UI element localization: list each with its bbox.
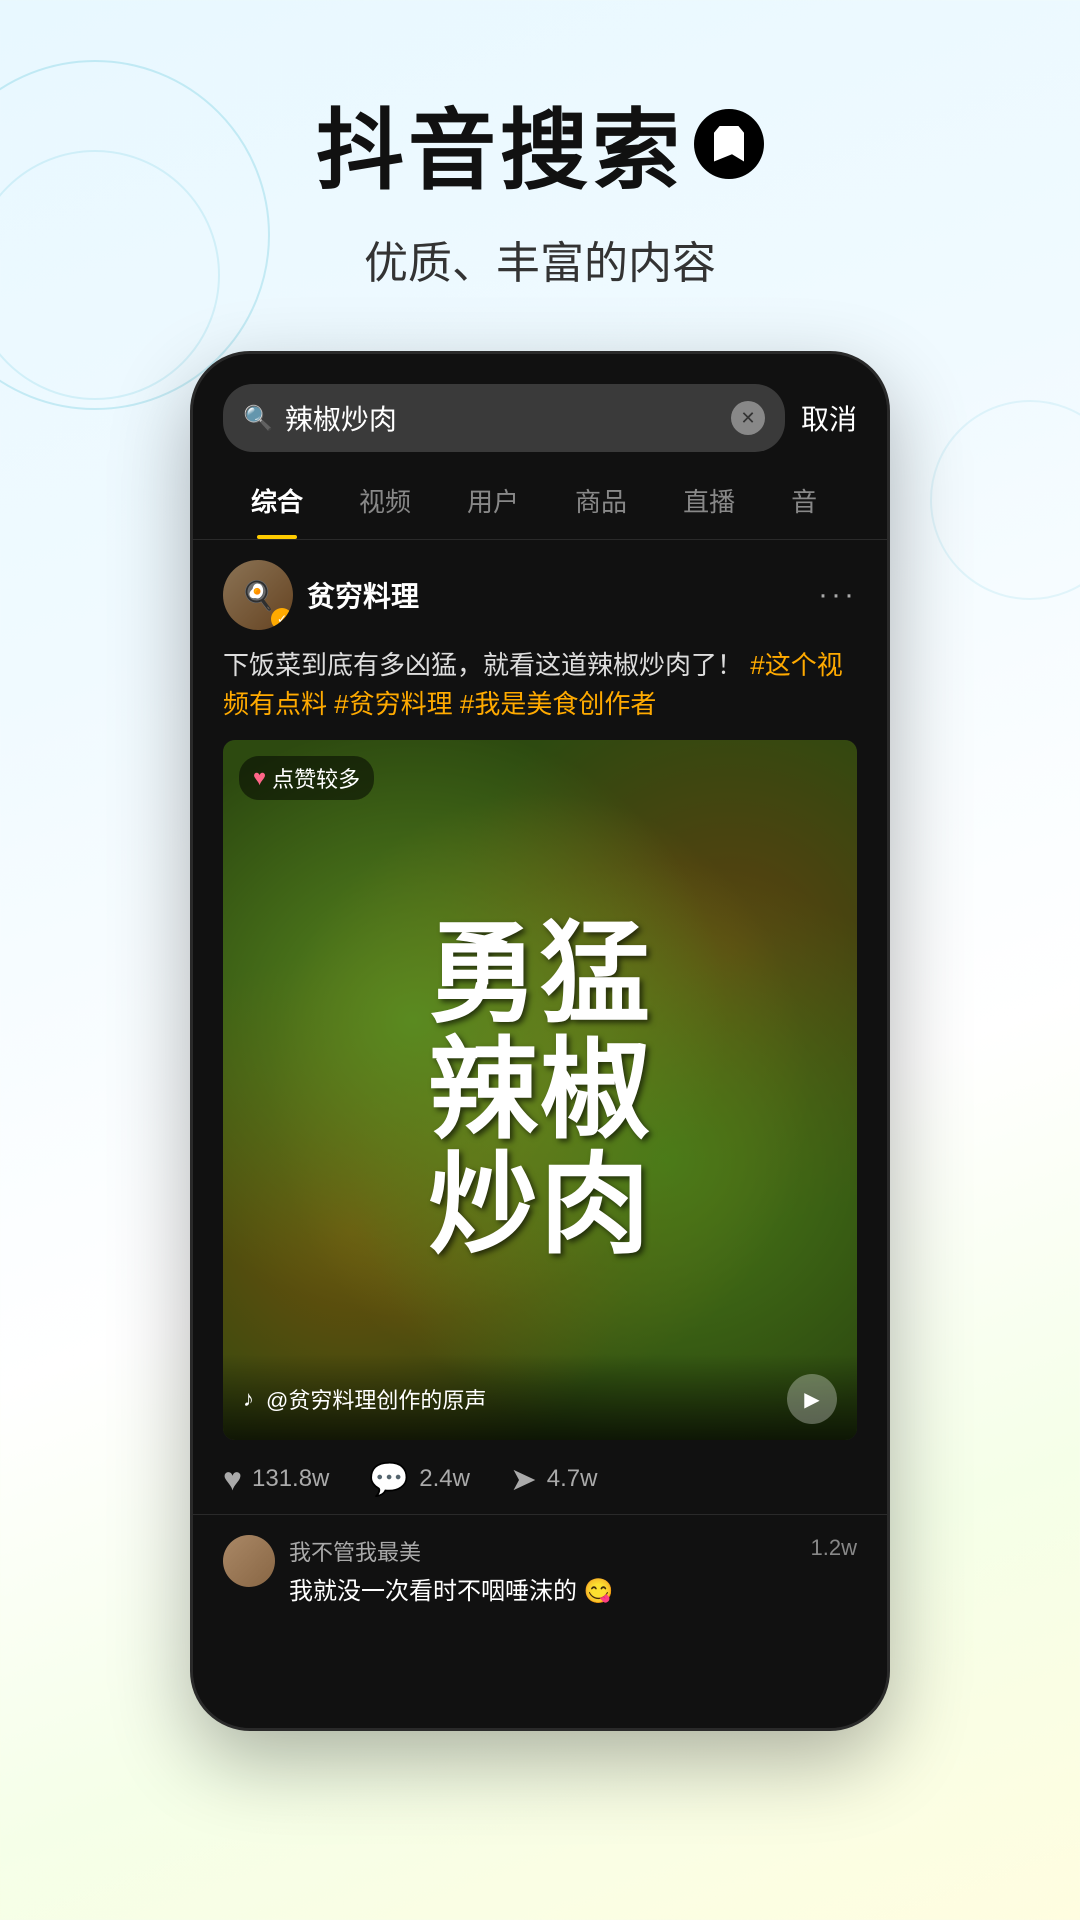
clear-search-button[interactable]: ✕ xyxy=(731,401,765,435)
video-badge: ♥ 点赞较多 xyxy=(239,756,374,800)
post-card: 🍳 ✓ 贫穷料理 ··· 下饭菜到底有多凶猛，就看这道辣椒炒肉了！ #这个视频有… xyxy=(193,540,887,1514)
share-count: 4.7w xyxy=(547,1465,598,1493)
video-bottom-bar: ♪ @贫穷料理创作的原声 ▶ xyxy=(223,1354,857,1440)
comments-section: 我不管我最美 我就没一次看时不咽唾沫的 😋 1.2w xyxy=(193,1514,887,1606)
food-text-overlay: 勇猛辣椒炒肉 xyxy=(255,917,826,1264)
post-header: 🍳 ✓ 贫穷料理 ··· xyxy=(223,560,857,630)
more-options-button[interactable]: ··· xyxy=(818,578,857,612)
search-input-wrapper[interactable]: 🔍 辣椒炒肉 ✕ xyxy=(223,384,785,452)
comment-like-count-1: 1.2w xyxy=(811,1535,857,1561)
food-title-text: 勇猛辣椒炒肉 xyxy=(255,917,826,1264)
search-icon: 🔍 xyxy=(243,404,273,433)
tab-audio[interactable]: 音 xyxy=(763,462,845,539)
subtitle-text: 优质、丰富的内容 xyxy=(0,227,1080,291)
tab-comprehensive[interactable]: 综合 xyxy=(223,462,331,539)
like-icon: ♥ xyxy=(223,1461,242,1498)
like-button[interactable]: ♥ 131.8w xyxy=(223,1461,329,1498)
like-count: 131.8w xyxy=(252,1465,329,1493)
food-image: 勇猛辣椒炒肉 xyxy=(223,740,857,1440)
play-button[interactable]: ▶ xyxy=(787,1374,837,1424)
post-description: 下饭菜到底有多凶猛，就看这道辣椒炒肉了！ #这个视频有点料 #贫穷料理 #我是美… xyxy=(223,646,857,724)
main-title-text: 抖音搜索 xyxy=(316,80,684,207)
verified-badge: ✓ xyxy=(271,608,293,630)
phone-mockup: 🔍 辣椒炒肉 ✕ 取消 综合 视频 用户 xyxy=(190,351,890,1731)
author-name: 贫穷料理 xyxy=(307,575,419,615)
comment-icon: 💬 xyxy=(369,1460,409,1498)
comment-text-1: 我就没一次看时不咽唾沫的 😋 xyxy=(289,1571,797,1606)
video-container[interactable]: ♥ 点赞较多 勇猛辣椒炒肉 ♪ xyxy=(223,740,857,1440)
commenter-avatar-1 xyxy=(223,1535,275,1587)
main-title-wrapper: 抖音搜索 xyxy=(0,80,1080,207)
author-avatar: 🍳 ✓ xyxy=(223,560,293,630)
tab-user[interactable]: 用户 xyxy=(439,462,547,539)
cancel-button[interactable]: 取消 xyxy=(801,398,857,438)
heart-small-icon: ♥ xyxy=(253,765,266,791)
header-section: 抖音搜索 优质、丰富的内容 xyxy=(0,0,1080,331)
tab-product[interactable]: 商品 xyxy=(547,462,655,539)
comment-button[interactable]: 💬 2.4w xyxy=(369,1460,470,1498)
comment-content-1: 我不管我最美 我就没一次看时不咽唾沫的 😋 xyxy=(289,1535,797,1606)
phone-content: 🔍 辣椒炒肉 ✕ 取消 综合 视频 用户 xyxy=(193,354,887,1728)
commenter-name-1: 我不管我最美 xyxy=(289,1535,797,1567)
post-author[interactable]: 🍳 ✓ 贫穷料理 xyxy=(223,560,419,630)
music-icon: ♪ xyxy=(243,1386,254,1412)
badge-text: 点赞较多 xyxy=(272,762,360,794)
phone-container: 🔍 辣椒炒肉 ✕ 取消 综合 视频 用户 xyxy=(0,351,1080,1731)
share-button[interactable]: ➤ 4.7w xyxy=(510,1460,598,1498)
clear-icon: ✕ xyxy=(740,408,755,429)
interaction-row: ♥ 131.8w 💬 2.4w ➤ 4.7w xyxy=(223,1440,857,1514)
comment-count: 2.4w xyxy=(419,1465,470,1493)
comment-item-1: 我不管我最美 我就没一次看时不咽唾沫的 😋 1.2w xyxy=(223,1535,857,1606)
search-bar-area: 🔍 辣椒炒肉 ✕ 取消 xyxy=(193,354,887,462)
audio-info: ♪ @贫穷料理创作的原声 ▶ xyxy=(243,1374,837,1424)
share-icon: ➤ xyxy=(510,1460,537,1498)
tab-live[interactable]: 直播 xyxy=(655,462,763,539)
search-query-text: 辣椒炒肉 xyxy=(285,398,719,438)
description-text: 下饭菜到底有多凶猛，就看这道辣椒炒肉了！ xyxy=(223,650,743,680)
tiktok-logo-icon xyxy=(694,109,764,179)
tabs-row: 综合 视频 用户 商品 直播 音 xyxy=(193,462,887,540)
tab-video[interactable]: 视频 xyxy=(331,462,439,539)
audio-text: @贫穷料理创作的原声 xyxy=(266,1383,486,1415)
